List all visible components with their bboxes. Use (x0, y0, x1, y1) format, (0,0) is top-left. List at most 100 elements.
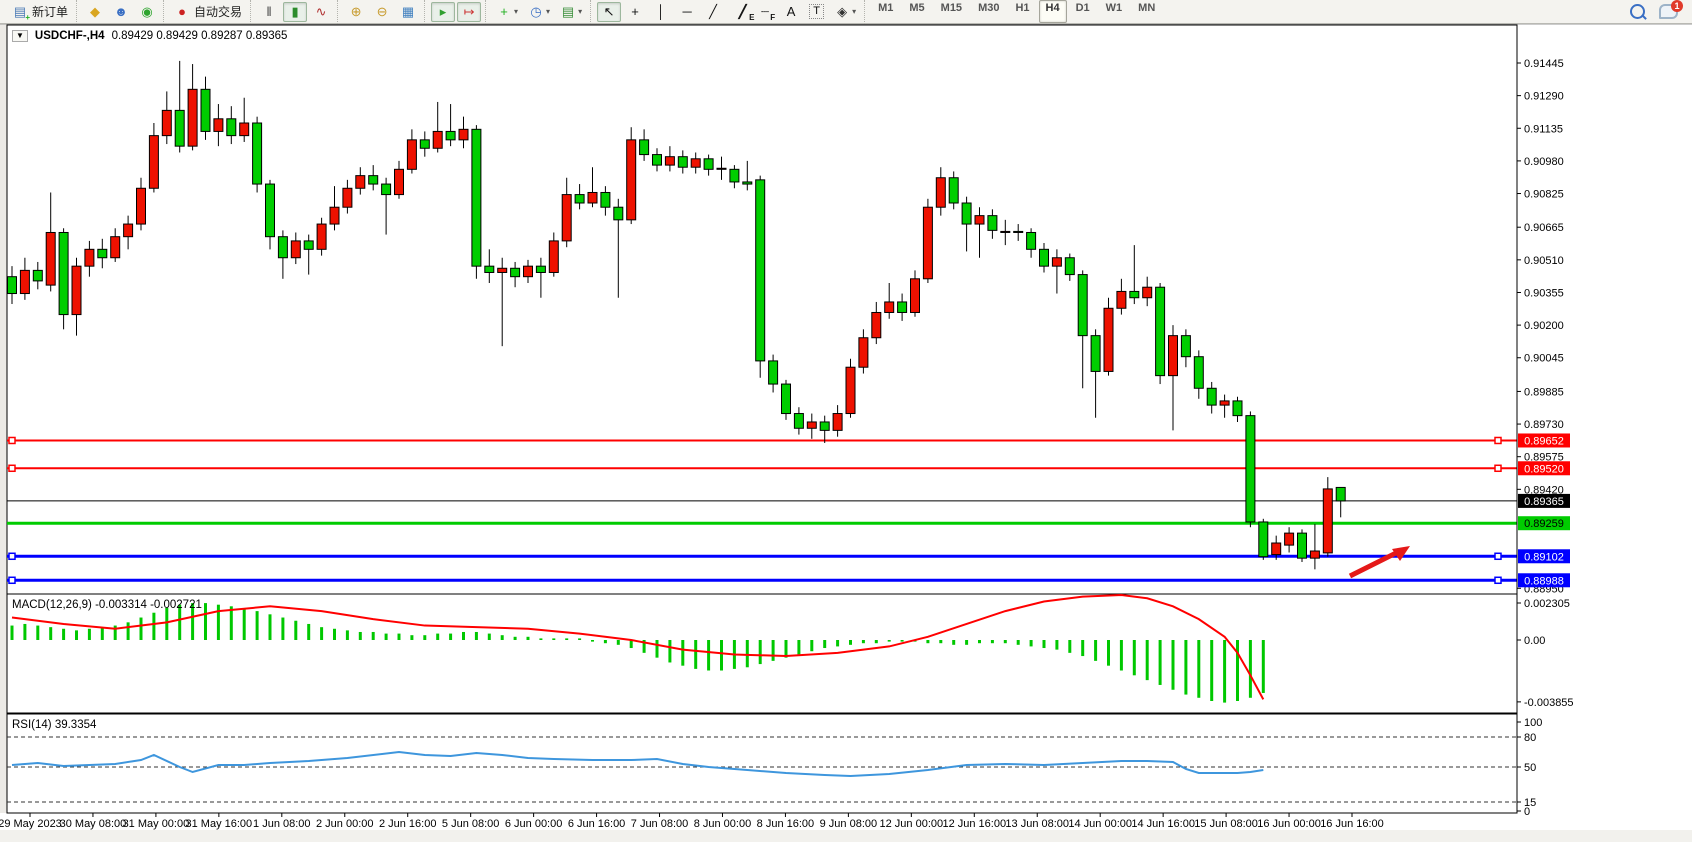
indicators-button[interactable]: +▾ (492, 2, 522, 22)
text-button[interactable]: A (779, 2, 803, 22)
timeframe-m15[interactable]: M15 (934, 0, 969, 23)
line-handle-left[interactable] (9, 437, 15, 443)
candle-body (575, 195, 584, 203)
profiles-button[interactable]: ☻ (109, 2, 133, 22)
new-order-button[interactable]: ▤+新订单 (8, 2, 72, 22)
mt4-window: ▤+新订单◆☻◉●自动交易‖▮∿⊕⊖▦▸↦+▾◷▾▤▾↖+│─╱╱╱E┈FAT◈… (0, 0, 1692, 842)
line-handle-left[interactable] (9, 577, 15, 583)
timeframe-w1[interactable]: W1 (1099, 0, 1130, 23)
candle-body (85, 249, 94, 266)
crosshair-button[interactable]: + (623, 2, 647, 22)
candle-body (382, 184, 391, 195)
candle-body (214, 119, 223, 132)
trendline-button[interactable]: ╱ (701, 2, 725, 22)
price-tick-label: 0.90980 (1524, 156, 1564, 168)
candle-body (1233, 401, 1242, 416)
candle-body (872, 312, 881, 337)
zoom-out-button[interactable]: ⊖ (370, 2, 394, 22)
vertical-line-button[interactable]: │ (649, 2, 673, 22)
indicators-dropdown-arrow[interactable]: ▾ (514, 7, 518, 16)
candle (846, 359, 855, 418)
time-tick-label: 12 Jun 16:00 (942, 818, 1006, 830)
toolbar-group: ●自动交易 (163, 0, 250, 24)
candle-body (536, 266, 545, 272)
line-handle-left[interactable] (9, 465, 15, 471)
candle-body (188, 89, 197, 146)
horizontal-line-icon: ─ (679, 4, 695, 20)
cursor-button[interactable]: ↖ (597, 2, 621, 22)
autotrading-button[interactable]: ●自动交易 (170, 2, 246, 22)
timeframe-h4[interactable]: H4 (1039, 0, 1067, 23)
candle-body (653, 155, 662, 166)
timeframe-d1[interactable]: D1 (1069, 0, 1097, 23)
new-order-overlay-glyph: + (25, 14, 30, 22)
candle-body (975, 216, 984, 224)
horizontal-line-button[interactable]: ─ (675, 2, 699, 22)
tile-windows-button[interactable]: ▦ (396, 2, 420, 22)
candle-body (266, 184, 275, 237)
arrows-button[interactable]: ◈▾ (830, 2, 860, 22)
periods-button[interactable]: ◷▾ (524, 2, 554, 22)
price-tick-label: 0.91135 (1524, 123, 1563, 135)
candle-body (1001, 231, 1010, 232)
candle-body (1181, 336, 1190, 357)
timeframe-h1[interactable]: H1 (1008, 0, 1036, 23)
periods-dropdown-arrow[interactable]: ▾ (546, 7, 550, 16)
chart-canvas: 0.914450.912900.911350.909800.908250.906… (0, 24, 1692, 842)
candle-body (1285, 533, 1294, 545)
line-handle-right[interactable] (1495, 437, 1501, 443)
fibonacci-button[interactable]: ┈F (753, 2, 777, 22)
macd-tick-label: -0.003855 (1524, 697, 1574, 709)
templates-dropdown-arrow[interactable]: ▾ (578, 7, 582, 16)
time-tick-label: 16 Jun 16:00 (1320, 818, 1384, 830)
candle-body (149, 136, 158, 189)
price-tick-label: 0.90510 (1524, 255, 1564, 267)
candle-body (175, 110, 184, 146)
price-tick-label: 0.91445 (1524, 58, 1564, 70)
rsi-tick-label: 0 (1524, 806, 1530, 818)
signals-icon: ◉ (139, 4, 155, 20)
candle-chart-button[interactable]: ▮ (283, 2, 307, 22)
candle-body (137, 188, 146, 224)
line-handle-right[interactable] (1495, 553, 1501, 559)
rsi-tick-label: 100 (1524, 717, 1542, 729)
zoom-in-button[interactable]: ⊕ (344, 2, 368, 22)
search-icon[interactable] (1630, 4, 1645, 19)
chart-shift-button[interactable]: ↦ (457, 2, 481, 22)
price-tick-label: 0.90355 (1524, 287, 1564, 299)
arrows-dropdown-arrow[interactable]: ▾ (852, 7, 856, 16)
templates-button[interactable]: ▤▾ (556, 2, 586, 22)
chat-icon[interactable]: 1 (1659, 4, 1678, 19)
line-handle-left[interactable] (9, 553, 15, 559)
line-chart-button[interactable]: ∿ (309, 2, 333, 22)
timeframe-m5[interactable]: M5 (902, 0, 931, 23)
text-label-button[interactable]: T (805, 2, 828, 22)
timeframe-mn[interactable]: MN (1131, 0, 1162, 23)
bar-chart-button[interactable]: ‖ (257, 2, 281, 22)
candle-body (343, 188, 352, 207)
candle-body (1027, 232, 1036, 249)
candle-body (1091, 336, 1100, 372)
candle-body (20, 270, 29, 293)
candle-body (1194, 357, 1203, 389)
toolbar-group: ▤+新订单 (2, 0, 76, 24)
candle-body (420, 140, 429, 148)
time-tick-label: 1 Jun 08:00 (253, 818, 311, 830)
candle-body (936, 178, 945, 207)
time-tick-label: 5 Jun 08:00 (442, 818, 500, 830)
auto-scroll-button[interactable]: ▸ (431, 2, 455, 22)
symbol-dropdown-icon[interactable]: ▼ (12, 30, 28, 42)
candle-body (911, 279, 920, 313)
autotrading-icon: ● (174, 4, 190, 20)
toolbar-group: ⊕⊖▦ (337, 0, 424, 24)
toolbar-group: ◆☻ ◉ (76, 0, 163, 24)
rsi-tick-label: 80 (1524, 732, 1536, 744)
timeframe-m30[interactable]: M30 (971, 0, 1006, 23)
rsi-indicator-label: RSI(14) 39.3354 (12, 719, 96, 731)
equidistant-channel-button[interactable]: ╱╱E (727, 2, 751, 22)
metaeditor-button[interactable]: ◆ (83, 2, 107, 22)
timeframe-m1[interactable]: M1 (871, 0, 900, 23)
line-handle-right[interactable] (1495, 465, 1501, 471)
line-handle-right[interactable] (1495, 577, 1501, 583)
signals-button[interactable]: ◉ (135, 2, 159, 22)
